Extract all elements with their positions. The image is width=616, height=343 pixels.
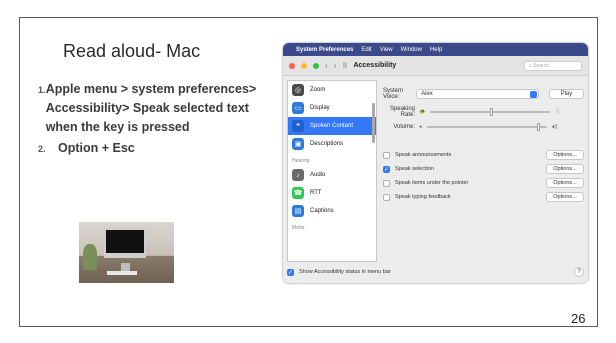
sidebar-item-label: Spoken Content: [310, 123, 354, 129]
option-row: ✓ Speak selection Options...: [383, 162, 584, 176]
page-number: 26: [571, 311, 586, 326]
speaking-rate-knob[interactable]: [490, 108, 494, 116]
speaking-rate-label: Speaking Rate:: [389, 106, 415, 118]
window-body: ◎ Zoom ▭ Display ❝ Spoken Content ▣ Desc…: [283, 76, 588, 283]
step-text: Apple menu > system preferences> Accessi…: [45, 82, 257, 134]
volume-slider[interactable]: [426, 123, 547, 131]
menu-edit[interactable]: Edit: [361, 47, 371, 53]
option-label: Speak typing feedback: [395, 194, 451, 200]
speaking-rate-slider[interactable]: [430, 108, 551, 116]
instruction-step: 1. Apple menu > system preferences> Acce…: [38, 80, 263, 137]
sidebar-item-label: Descriptions: [310, 141, 344, 147]
volume-label: Volume:: [393, 124, 415, 130]
search-placeholder: Search: [533, 62, 550, 69]
slide-title: Read aloud- Mac: [63, 41, 201, 61]
system-preferences-window: System Preferences Edit View Window Help…: [283, 43, 588, 283]
zoom-icon: ◎: [292, 84, 304, 96]
menu-app-name[interactable]: System Preferences: [296, 47, 353, 53]
speaking-rate-row: Speaking Rate: 🐢 🐇: [383, 106, 584, 118]
imac-photo: [79, 222, 174, 283]
spoken-content-options: Speak announcements Options... ✓ Speak s…: [383, 148, 584, 204]
turtle-icon: 🐢: [419, 109, 426, 115]
rabbit-icon: 🐇: [555, 109, 562, 115]
speaker-low-icon: ◂: [419, 124, 422, 130]
minimize-button[interactable]: [301, 62, 307, 69]
menu-view[interactable]: View: [380, 47, 393, 53]
sidebar-item-label: Captions: [310, 208, 334, 214]
sidebar-scrollbar[interactable]: [372, 103, 375, 143]
audio-icon: ♪: [292, 169, 304, 181]
grid-icon[interactable]: ⠿: [342, 62, 347, 70]
back-icon[interactable]: ‹: [325, 61, 328, 70]
step-number: 1.: [38, 85, 46, 95]
volume-row: Volume: ◂ ◂)): [383, 123, 584, 131]
search-field[interactable]: ⌕ Search: [524, 60, 582, 71]
menu-bar: System Preferences Edit View Window Help: [283, 43, 588, 56]
option-label: Speak items under the pointer: [395, 180, 469, 186]
option-row: Speak items under the pointer Options...: [383, 176, 584, 190]
sidebar-item-label: Zoom: [310, 87, 326, 93]
options-button[interactable]: Options...: [546, 150, 584, 160]
window-footer: ✓ Show Accessibility status in menu bar …: [287, 265, 584, 279]
sidebar-item-descriptions[interactable]: ▣ Descriptions: [288, 135, 376, 153]
descriptions-icon: ▣: [292, 138, 304, 150]
show-status-label: Show Accessibility status in menu bar: [299, 269, 391, 275]
speak-selection-checkbox[interactable]: ✓: [383, 165, 390, 173]
step-text: Option + Esc: [58, 141, 135, 155]
sidebar-item-captions[interactable]: ▤ Captions: [288, 202, 376, 220]
option-label: Speak announcements: [395, 152, 452, 158]
instruction-step: 2. Option + Esc: [38, 139, 263, 158]
menu-help[interactable]: Help: [430, 47, 442, 53]
option-label: Speak selection: [395, 166, 434, 172]
sidebar-section-motor: Motor: [292, 225, 305, 231]
system-voice-value: Alex: [421, 91, 433, 97]
speak-typing-feedback-checkbox[interactable]: [383, 193, 390, 201]
sidebar-item-label: Audio: [310, 172, 326, 178]
sidebar-item-label: Display: [310, 105, 330, 111]
system-voice-label: System Voice:: [383, 88, 404, 100]
options-button[interactable]: Options...: [546, 192, 584, 202]
rtt-icon: ☎: [292, 187, 304, 199]
volume-knob[interactable]: [536, 123, 540, 131]
option-row: Speak typing feedback Options...: [383, 190, 584, 204]
zoom-button[interactable]: [313, 62, 319, 69]
close-button[interactable]: [289, 62, 295, 69]
sidebar-item-audio[interactable]: ♪ Audio: [288, 166, 376, 184]
accessibility-sidebar: ◎ Zoom ▭ Display ❝ Spoken Content ▣ Desc…: [287, 80, 377, 262]
speaker-high-icon: ◂)): [551, 124, 558, 130]
options-button[interactable]: Options...: [546, 178, 584, 188]
system-voice-select[interactable]: Alex: [416, 89, 539, 99]
monitor-stand-shape: [121, 263, 130, 271]
sidebar-item-rtt[interactable]: ☎ RTT: [288, 184, 376, 202]
monitor-shape: [104, 228, 146, 258]
spoken-content-pane: System Voice: Alex Play Speaking Rate: 🐢…: [383, 80, 584, 262]
help-button[interactable]: ?: [574, 267, 584, 277]
captions-icon: ▤: [292, 205, 304, 217]
keyboard-shape: [107, 271, 137, 275]
window-title: Accessibility: [353, 62, 397, 69]
sidebar-item-display[interactable]: ▭ Display: [288, 99, 376, 117]
sidebar-item-label: RTT: [310, 190, 322, 196]
speak-announcements-checkbox[interactable]: [383, 151, 390, 159]
show-status-checkbox[interactable]: ✓: [287, 268, 294, 276]
system-voice-row: System Voice: Alex Play: [383, 88, 584, 100]
menu-window[interactable]: Window: [401, 47, 422, 53]
speak-items-under-pointer-checkbox[interactable]: [383, 179, 390, 187]
speech-icon: ❝: [292, 120, 304, 132]
sidebar-section-hearing: Hearing: [292, 158, 310, 164]
plant-shape: [83, 244, 97, 270]
sidebar-item-spoken-content[interactable]: ❝ Spoken Content: [288, 117, 376, 135]
window-toolbar: ‹ › ⠿ Accessibility ⌕ Search: [283, 56, 588, 76]
forward-icon[interactable]: ›: [334, 61, 337, 70]
step-number: 2.: [38, 144, 46, 154]
options-button[interactable]: Options...: [546, 164, 584, 174]
sidebar-item-zoom[interactable]: ◎ Zoom: [288, 81, 376, 99]
instruction-list: 1. Apple menu > system preferences> Acce…: [38, 80, 263, 160]
chevron-updown-icon: [529, 91, 537, 98]
option-row: Speak announcements Options...: [383, 148, 584, 162]
play-button[interactable]: Play: [548, 89, 584, 99]
display-icon: ▭: [292, 102, 304, 114]
